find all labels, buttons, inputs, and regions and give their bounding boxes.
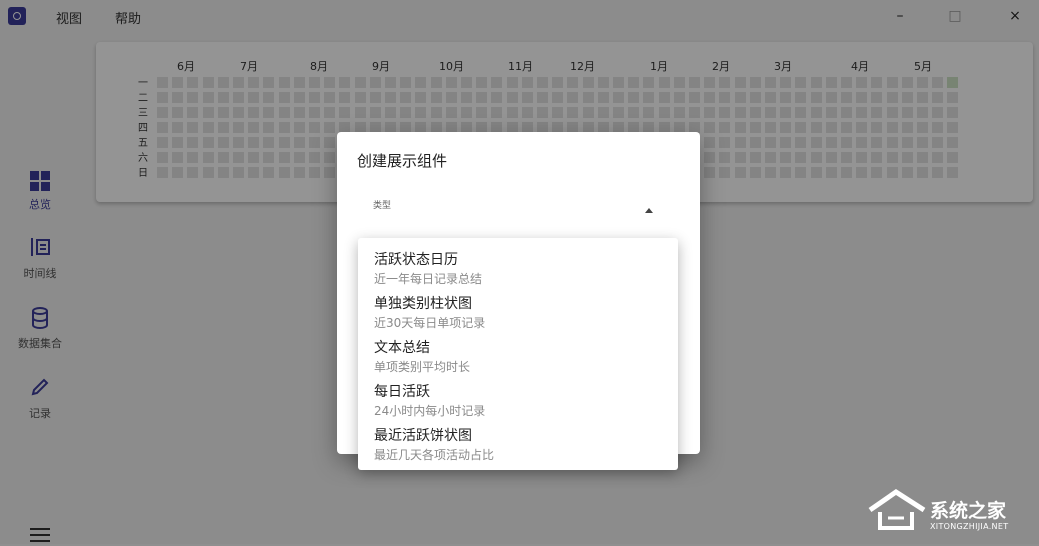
option-subtitle: 单项类别平均时长 xyxy=(374,360,471,374)
option-daily-activity[interactable]: 每日活跃 24小时内每小时记录 xyxy=(374,383,664,418)
option-subtitle: 24小时内每小时记录 xyxy=(374,404,486,418)
watermark: 系统之家 XITONGZHIJIA.NET xyxy=(866,488,1034,536)
option-title: 每日活跃 xyxy=(374,384,430,400)
option-subtitle: 近一年每日记录总结 xyxy=(374,272,483,286)
option-activity-calendar[interactable]: 活跃状态日历 近一年每日记录总结 xyxy=(374,251,664,286)
option-subtitle: 最近几天各项活动占比 xyxy=(374,448,495,462)
option-recent-pie-chart[interactable]: 最近活跃饼状图 最近几天各项活动占比 xyxy=(374,427,664,462)
dialog-title: 创建展示组件 xyxy=(357,152,448,170)
type-select-label: 类型 xyxy=(373,201,392,211)
watermark-name: 系统之家 xyxy=(930,500,1007,522)
watermark-url: XITONGZHIJIA.NET xyxy=(930,522,1009,531)
option-title: 活跃状态日历 xyxy=(374,252,458,268)
watermark-house-icon xyxy=(868,488,926,530)
option-title: 文本总结 xyxy=(374,340,430,356)
caret-up-icon xyxy=(645,208,653,213)
type-select[interactable]: 类型 xyxy=(359,187,679,237)
type-dropdown-menu: 活跃状态日历 近一年每日记录总结 单独类别柱状图 近30天每日单项记录 文本总结… xyxy=(358,238,678,470)
option-title: 最近活跃饼状图 xyxy=(374,428,472,444)
option-category-bar-chart[interactable]: 单独类别柱状图 近30天每日单项记录 xyxy=(374,295,664,330)
option-title: 单独类别柱状图 xyxy=(374,296,472,312)
option-text-summary[interactable]: 文本总结 单项类别平均时长 xyxy=(374,339,664,374)
option-subtitle: 近30天每日单项记录 xyxy=(374,316,486,330)
